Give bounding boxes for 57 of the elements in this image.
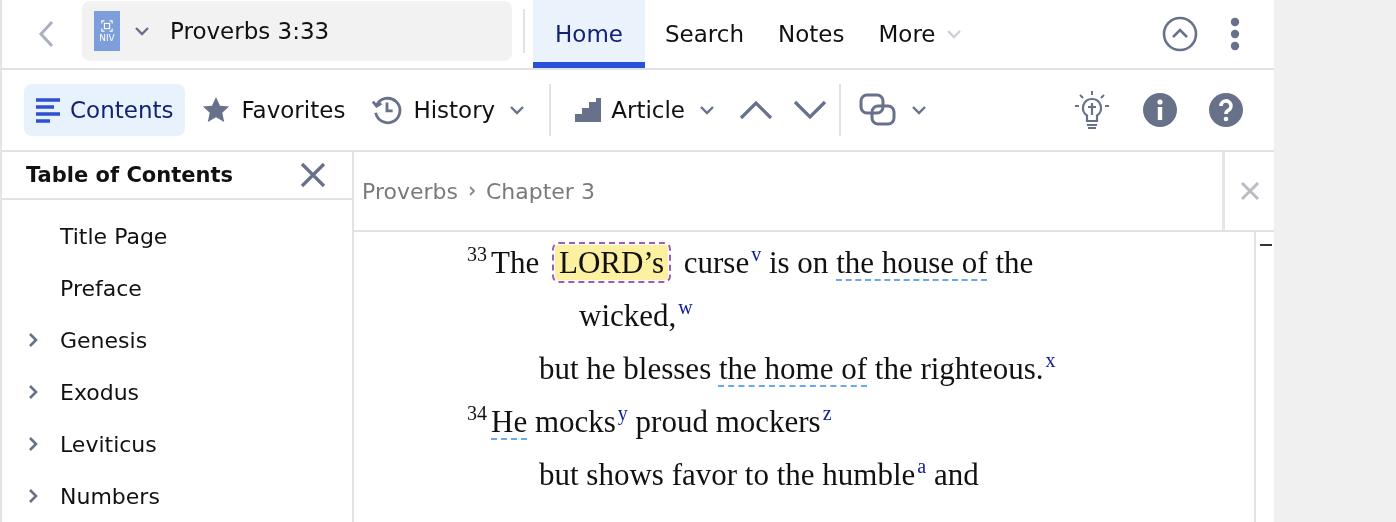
toolbar-button[interactable]: Favorites xyxy=(191,84,356,136)
more-icon[interactable] xyxy=(1230,17,1240,51)
info-icon[interactable] xyxy=(1142,92,1178,128)
footnote-link[interactable]: v xyxy=(751,243,762,265)
reference-text: Proverbs 3:33 xyxy=(170,18,330,44)
toolbar-button[interactable]: Contents xyxy=(24,84,186,136)
caret-icon xyxy=(945,29,962,39)
cross-reference-link[interactable]: He xyxy=(491,404,528,439)
cross-reference-link[interactable]: the home of xyxy=(718,351,868,386)
chevron-icon xyxy=(467,185,476,197)
toolbar-button[interactable]: Article xyxy=(565,84,725,136)
toc-item[interactable]: Genesis xyxy=(28,314,148,366)
chevron-icon[interactable] xyxy=(28,384,38,400)
highlighted-word[interactable]: LORD’s xyxy=(554,245,669,280)
steps-icon xyxy=(575,98,602,122)
caret-icon xyxy=(699,105,715,115)
verse-line: wicked,$^{w}$ xyxy=(578,295,694,335)
chevron-icon[interactable] xyxy=(28,436,38,452)
footnote-link[interactable]: w xyxy=(678,296,693,318)
tab[interactable]: Home xyxy=(533,0,645,68)
collapse-icon[interactable] xyxy=(1162,16,1198,52)
cross-reference-link[interactable]: the house of xyxy=(836,245,988,280)
footnote-link[interactable]: z xyxy=(822,402,832,424)
toc-item[interactable]: Numbers xyxy=(28,470,160,522)
tab[interactable]: Notes xyxy=(764,0,859,68)
lightbulb-icon[interactable] xyxy=(1072,89,1112,131)
caret-icon xyxy=(509,105,526,115)
chevron-icon[interactable] xyxy=(28,488,38,504)
caret-icon[interactable] xyxy=(911,105,927,115)
close-icon[interactable] xyxy=(300,162,326,188)
frame-icon xyxy=(101,19,113,32)
toc-item[interactable]: Preface xyxy=(28,262,142,314)
verse-line: but he blesses the home of the righteous.$^{x}$ xyxy=(538,348,1057,388)
toc-item[interactable]: Exodus xyxy=(28,366,140,418)
link-icon[interactable] xyxy=(859,93,897,127)
reference-field[interactable]: NIV Proverbs 3:33 xyxy=(82,1,512,61)
verse-line: $^{33}$ The LORD’s curse$^{v}$ is on the house of the xyxy=(467,242,1035,282)
tab[interactable]: More xyxy=(864,0,976,68)
footnote-link[interactable]: y xyxy=(617,402,628,424)
toc-item[interactable]: Title Page xyxy=(28,210,168,262)
toolbar-button[interactable]: History xyxy=(361,84,536,136)
footnote-link[interactable]: x xyxy=(1045,349,1056,371)
breadcrumb-link[interactable]: Chapter 3 xyxy=(485,178,595,204)
footnote-link[interactable]: a xyxy=(917,455,927,477)
star-icon xyxy=(201,95,232,125)
panel-title: Table of Contents xyxy=(26,163,233,187)
caret-icon[interactable] xyxy=(134,26,150,36)
verse-line: but shows favor to the humble$^{a}$ and xyxy=(538,454,980,494)
list-icon xyxy=(36,97,60,123)
version-label: NIV xyxy=(99,33,115,43)
toc-item[interactable]: Leviticus xyxy=(28,418,157,470)
help-icon[interactable] xyxy=(1208,92,1244,128)
chevron-icon[interactable] xyxy=(28,332,38,348)
tab[interactable]: Search xyxy=(651,0,759,68)
verse-line: $^{34}$ He mocks$^{y}$ proud mockers$^{z}$ xyxy=(467,401,833,441)
breadcrumb-link[interactable]: Proverbs xyxy=(362,178,458,204)
history-icon xyxy=(371,94,404,126)
